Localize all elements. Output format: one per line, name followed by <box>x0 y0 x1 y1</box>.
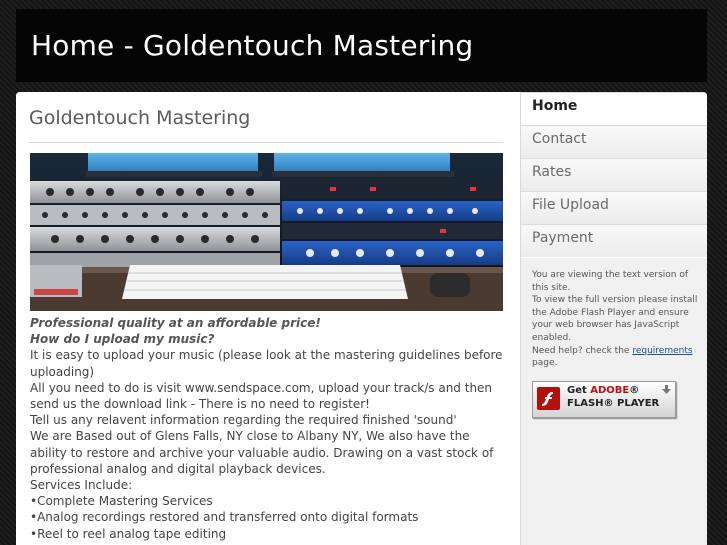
flash-icon <box>537 387 560 410</box>
nav-item-label: Home <box>532 98 578 114</box>
adobe-text: ADOBE <box>590 385 630 396</box>
registered-mark: ® <box>629 385 640 396</box>
nav-item-payment[interactable]: Payment <box>521 224 707 258</box>
flash-glyph <box>542 392 553 406</box>
nav-item-contact[interactable]: Contact <box>521 125 707 159</box>
nav-item-file-upload[interactable]: File Upload <box>521 191 707 225</box>
service-item: •Complete Mastering Services <box>30 494 213 509</box>
services-heading: Services Include: <box>30 478 133 493</box>
main-content: Goldentouch Mastering Professional quali… <box>16 92 519 545</box>
flash-player-label: FLASH® PLAYER <box>567 398 660 409</box>
sidebar: Home Contact Rates File Upload Payment Y… <box>520 92 707 545</box>
help-text: Need help? check the requirements page. <box>532 345 700 370</box>
nav-item-label: Contact <box>532 131 587 147</box>
page-heading: Goldentouch Mastering <box>29 107 251 129</box>
flash-get-label: Get ADOBE® <box>567 385 639 396</box>
get-flash-player-button[interactable]: Get ADOBE® FLASH® PLAYER <box>532 381 676 418</box>
flash-notice: You are viewing the text version of this… <box>532 269 700 370</box>
requirements-link[interactable]: requirements <box>632 346 692 356</box>
help-prefix: Need help? check the <box>532 345 633 356</box>
nav-item-label: Payment <box>532 230 594 246</box>
notice-text: You are viewing the text version of this… <box>532 270 689 293</box>
service-item: •Analog recordings restored and transfer… <box>30 510 419 525</box>
paragraph: Tell us any relavent information regardi… <box>30 413 457 428</box>
upload-subheading: How do I upload my music? <box>30 332 215 347</box>
nav-item-rates[interactable]: Rates <box>521 158 707 192</box>
paragraph: All you need to do is visit www.sendspac… <box>30 380 493 412</box>
site-header: Home - Goldentouch Mastering <box>16 9 707 82</box>
heading-divider <box>29 142 503 143</box>
nav-item-label: File Upload <box>532 197 609 213</box>
notice-text: To view the full version please install … <box>532 295 698 343</box>
paragraph: We are Based out of Glens Falls, NY clos… <box>30 429 494 476</box>
main-text: Professional quality at an affordable pr… <box>30 315 510 542</box>
get-text: Get <box>567 385 591 396</box>
help-suffix: page. <box>532 358 558 369</box>
tagline: Professional quality at an affordable pr… <box>30 316 321 330</box>
paragraph: It is easy to upload your music (please … <box>30 348 503 379</box>
service-item: •Reel to reel analog tape editing <box>30 526 227 541</box>
studio-photo <box>30 153 503 311</box>
studio-photo-image <box>30 153 503 311</box>
download-arrow-icon <box>662 385 671 394</box>
page-container: Goldentouch Mastering Professional quali… <box>16 92 707 545</box>
nav-item-home[interactable]: Home <box>521 92 707 126</box>
nav-item-label: Rates <box>532 164 572 180</box>
site-title: Home - Goldentouch Mastering <box>31 29 474 62</box>
